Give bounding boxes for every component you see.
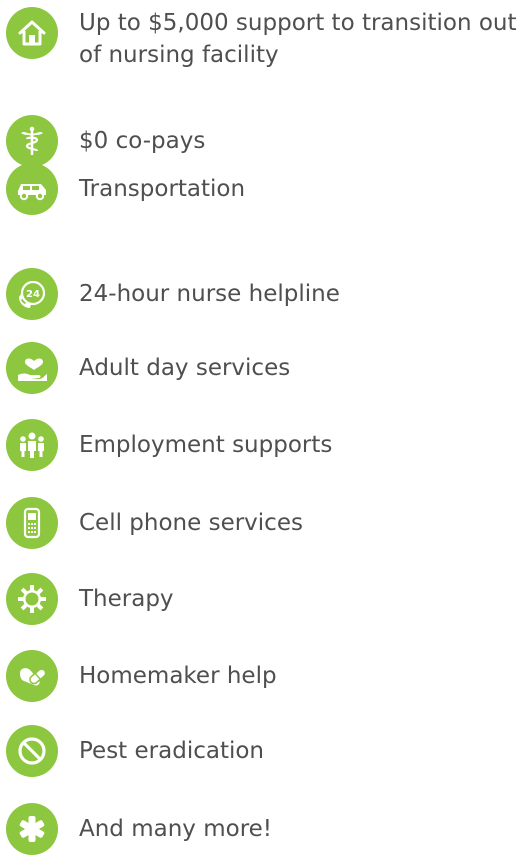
- benefit-label: Up to $5,000 support to transition out o…: [79, 10, 517, 68]
- benefit-label: Therapy: [79, 586, 174, 612]
- benefit-label: Employment supports: [79, 432, 333, 458]
- benefits-list: Up to $5,000 support to transition out o…: [0, 0, 527, 855]
- benefit-label: Homemaker help: [79, 663, 277, 689]
- benefit-label: Transportation: [79, 176, 246, 202]
- car-icon: [6, 163, 58, 215]
- gear-icon: [6, 573, 58, 625]
- no-symbol-icon: [6, 725, 58, 777]
- benefit-item-pest-eradication: Pest eradication: [6, 725, 522, 779]
- asterisk-icon: [6, 803, 58, 855]
- benefit-item-transition-support: Up to $5,000 support to transition out o…: [6, 7, 522, 68]
- benefit-item-cell-phone-services: Cell phone services: [6, 497, 522, 551]
- benefit-item-many-more: And many more!: [6, 803, 522, 857]
- benefit-label: Adult day services: [79, 355, 291, 381]
- benefit-item-homemaker-help: Homemaker help: [6, 650, 522, 704]
- benefit-label: Cell phone services: [79, 510, 303, 536]
- hand-heart-icon: [6, 342, 58, 394]
- benefit-item-adult-day-services: Adult day services: [6, 342, 522, 396]
- people-group-icon: [6, 419, 58, 471]
- benefit-item-therapy: Therapy: [6, 573, 522, 627]
- cell-phone-icon: [6, 497, 58, 549]
- benefit-item-copays: $0 co-pays: [6, 115, 522, 169]
- benefit-item-transportation: Transportation: [6, 163, 522, 217]
- benefit-label: $0 co-pays: [79, 128, 206, 154]
- benefit-item-employment-supports: Employment supports: [6, 419, 522, 473]
- hand-pill-icon: [6, 650, 58, 702]
- benefit-item-nurse-helpline: 24 24-hour nurse helpline: [6, 268, 522, 322]
- benefit-label: 24-hour nurse helpline: [79, 281, 340, 307]
- benefit-label: And many more!: [79, 816, 273, 842]
- house-icon: [6, 7, 58, 59]
- phone-24-hour-icon: 24: [6, 268, 58, 320]
- benefit-label: Pest eradication: [79, 738, 264, 764]
- svg-text:24: 24: [26, 289, 40, 300]
- caduceus-icon: [6, 115, 58, 167]
